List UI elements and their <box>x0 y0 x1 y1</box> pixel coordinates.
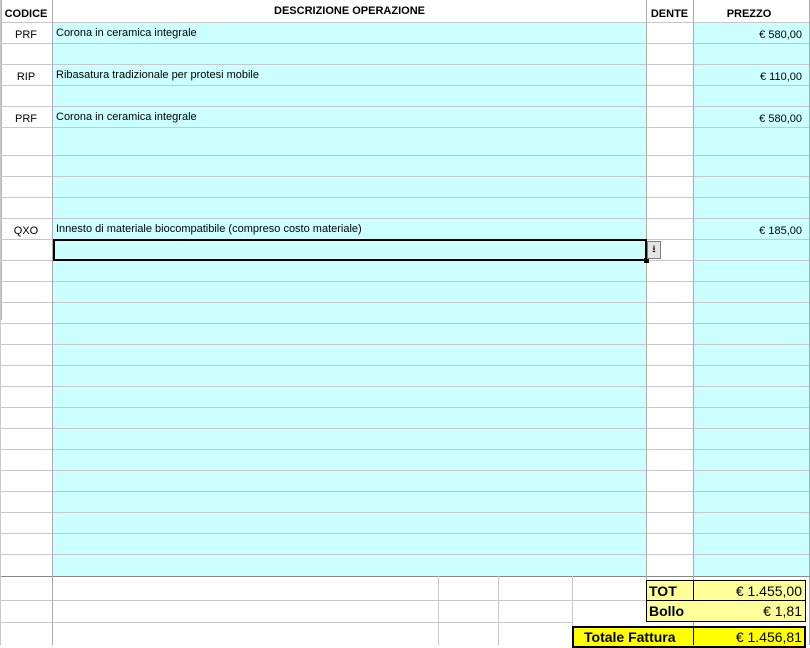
active-cell[interactable] <box>53 239 647 261</box>
row-1-codice[interactable]: PRF <box>0 29 52 41</box>
header-prezzo: PREZZO <box>726 8 772 20</box>
row-1-descrizione[interactable]: Corona in ceramica integrale <box>56 27 197 39</box>
tot-label: TOT <box>649 583 677 599</box>
row-3-descrizione[interactable]: Corona in ceramica integrale <box>56 111 197 123</box>
row-4-prezzo[interactable]: € 185,00 <box>759 225 802 237</box>
header-codice: CODICE <box>4 8 48 20</box>
row-4-codice[interactable]: QXO <box>0 225 52 237</box>
header-descrizione: DESCRIZIONE OPERAZIONE <box>274 5 425 17</box>
arrow-down-icon[interactable]: ⭳ <box>647 241 661 259</box>
bollo-label: Bollo <box>649 603 684 619</box>
row-2-prezzo[interactable]: € 110,00 <box>760 71 802 83</box>
bollo-value: € 1,81 <box>763 603 802 619</box>
row-3-codice[interactable]: PRF <box>0 113 52 125</box>
row-3-prezzo[interactable]: € 580,00 <box>759 113 802 125</box>
tot-value: € 1.455,00 <box>735 583 802 599</box>
row-2-descrizione[interactable]: Ribasatura tradizionale per protesi mobi… <box>56 69 259 81</box>
row-2-codice[interactable]: RIP <box>0 71 52 83</box>
row-1-prezzo[interactable]: € 580,00 <box>759 29 802 41</box>
row-4-descrizione[interactable]: Innesto di materiale biocompatibile (com… <box>56 223 362 235</box>
totale-fattura-label: Totale Fattura <box>584 629 676 645</box>
header-dente: DENTE <box>650 8 689 20</box>
totale-fattura-value: € 1.456,81 <box>735 629 802 645</box>
